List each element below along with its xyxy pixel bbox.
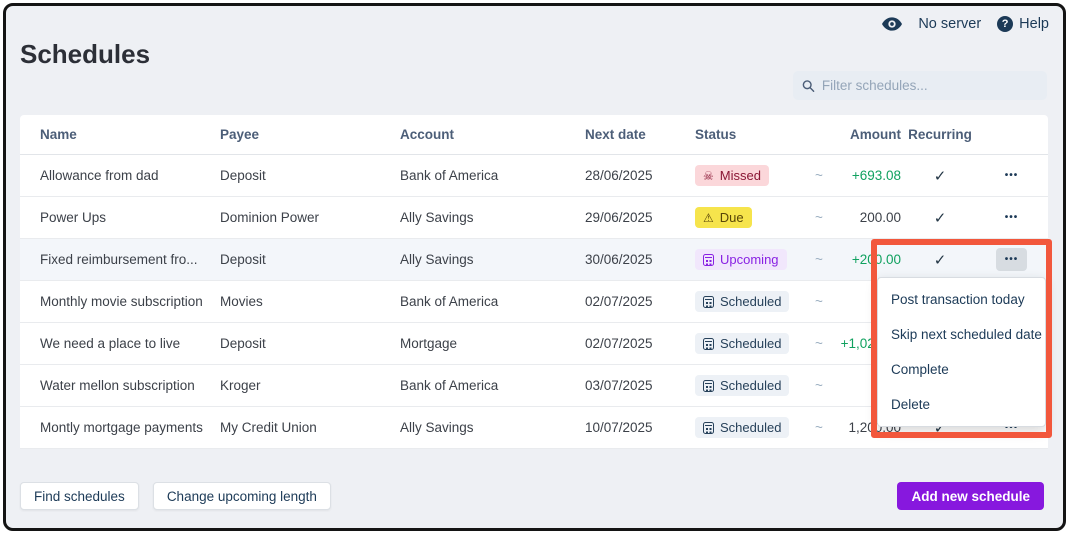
status-label: Scheduled [720, 378, 781, 393]
cell-name: Allowance from dad [40, 168, 220, 183]
cell-payee: Dominion Power [220, 210, 400, 225]
cell-name: Monthly movie subscription [40, 294, 220, 309]
cell-next-date: 28/06/2025 [585, 168, 695, 183]
status-label: Upcoming [720, 252, 779, 267]
footer-actions: Find schedules Change upcoming length [20, 482, 331, 510]
status-label: Missed [720, 168, 761, 183]
row-menu-button[interactable]: ••• [996, 206, 1028, 229]
warning-icon: ⚠ [703, 212, 714, 224]
cell-account: Mortgage [400, 336, 585, 351]
status-label: Scheduled [720, 336, 781, 351]
eye-icon [882, 17, 902, 31]
table-header: Name Payee Account Next date Status Amou… [20, 115, 1048, 155]
menu-item-skip-next-scheduled-date[interactable]: Skip next scheduled date [878, 317, 1045, 352]
cell-payee: Kroger [220, 378, 400, 393]
cell-account: Ally Savings [400, 252, 585, 267]
cell-next-date: 29/06/2025 [585, 210, 695, 225]
cell-amount: 200.00 [837, 210, 905, 225]
calendar-icon [703, 254, 714, 266]
cell-account: Ally Savings [400, 210, 585, 225]
skull-icon: ☠ [703, 170, 714, 182]
cell-account: Bank of America [400, 378, 585, 393]
calendar-icon [703, 296, 714, 308]
cell-next-date: 10/07/2025 [585, 420, 695, 435]
help-label: Help [1019, 16, 1049, 32]
header-recurring: Recurring [905, 127, 975, 142]
menu-item-delete[interactable]: Delete [878, 387, 1045, 422]
approx-indicator: ~ [815, 168, 837, 183]
status-badge: Scheduled [695, 291, 789, 312]
filter-input[interactable] [822, 78, 1038, 93]
cell-name: Water mellon subscription [40, 378, 220, 393]
cell-next-date: 30/06/2025 [585, 252, 695, 267]
header-name: Name [40, 127, 220, 142]
header-payee: Payee [220, 127, 400, 142]
context-menu: Post transaction today Skip next schedul… [877, 277, 1046, 427]
status-badge: Scheduled [695, 333, 789, 354]
status-badge: ☠ Missed [695, 165, 769, 186]
cell-payee: Deposit [220, 168, 400, 183]
app-window: No server ? Help Schedules Name Payee Ac… [3, 3, 1066, 531]
calendar-icon [703, 422, 714, 434]
add-new-schedule-button[interactable]: Add new schedule [897, 482, 1044, 510]
page-title: Schedules [20, 39, 150, 70]
cell-account: Bank of America [400, 294, 585, 309]
approx-indicator: ~ [815, 378, 837, 393]
header-next-date: Next date [585, 127, 695, 142]
cell-name: Montly mortgage payments [40, 420, 220, 435]
cell-name: Fixed reimbursement fro... [40, 252, 220, 267]
search-icon [802, 79, 815, 93]
approx-indicator: ~ [815, 252, 837, 267]
header-amount: Amount [837, 127, 905, 142]
approx-indicator: ~ [815, 294, 837, 309]
header-status: Status [695, 127, 815, 142]
approx-indicator: ~ [815, 420, 837, 435]
cell-payee: Deposit [220, 336, 400, 351]
find-schedules-button[interactable]: Find schedules [20, 482, 139, 510]
status-badge: ⚠ Due [695, 207, 752, 228]
header-account: Account [400, 127, 585, 142]
recurring-check-icon: ✓ [934, 252, 947, 269]
row-menu-button[interactable]: ••• [996, 248, 1028, 271]
topbar: No server ? Help [882, 16, 1049, 32]
table-row[interactable]: Fixed reimbursement fro... Deposit Ally … [20, 239, 1048, 281]
status-label: Due [720, 210, 744, 225]
filter-box[interactable] [793, 71, 1047, 100]
status-badge: Scheduled [695, 417, 789, 438]
help-button[interactable]: ? Help [997, 16, 1049, 32]
table-row[interactable]: Power Ups Dominion Power Ally Savings 29… [20, 197, 1048, 239]
privacy-toggle-button[interactable] [882, 17, 902, 31]
recurring-check-icon: ✓ [934, 168, 947, 185]
table-row[interactable]: Allowance from dad Deposit Bank of Ameri… [20, 155, 1048, 197]
cell-payee: Deposit [220, 252, 400, 267]
cell-account: Bank of America [400, 168, 585, 183]
menu-item-post-transaction-today[interactable]: Post transaction today [878, 282, 1045, 317]
status-label: Scheduled [720, 420, 781, 435]
server-status-label: No server [918, 16, 981, 32]
calendar-icon [703, 338, 714, 350]
approx-indicator: ~ [815, 336, 837, 351]
calendar-icon [703, 380, 714, 392]
cell-next-date: 02/07/2025 [585, 336, 695, 351]
cell-name: We need a place to live [40, 336, 220, 351]
menu-item-complete[interactable]: Complete [878, 352, 1045, 387]
approx-indicator: ~ [815, 210, 837, 225]
server-status-button[interactable]: No server [918, 16, 981, 32]
row-menu-button[interactable]: ••• [996, 164, 1028, 187]
status-badge: Scheduled [695, 375, 789, 396]
cell-next-date: 02/07/2025 [585, 294, 695, 309]
cell-next-date: 03/07/2025 [585, 378, 695, 393]
cell-name: Power Ups [40, 210, 220, 225]
cell-payee: My Credit Union [220, 420, 400, 435]
status-badge: Upcoming [695, 249, 787, 270]
cell-amount: +693.08 [837, 168, 905, 183]
cell-account: Ally Savings [400, 420, 585, 435]
help-icon: ? [997, 16, 1013, 32]
status-label: Scheduled [720, 294, 781, 309]
change-upcoming-length-button[interactable]: Change upcoming length [153, 482, 331, 510]
cell-payee: Movies [220, 294, 400, 309]
recurring-check-icon: ✓ [934, 210, 947, 227]
cell-amount: +200.00 [837, 252, 905, 267]
